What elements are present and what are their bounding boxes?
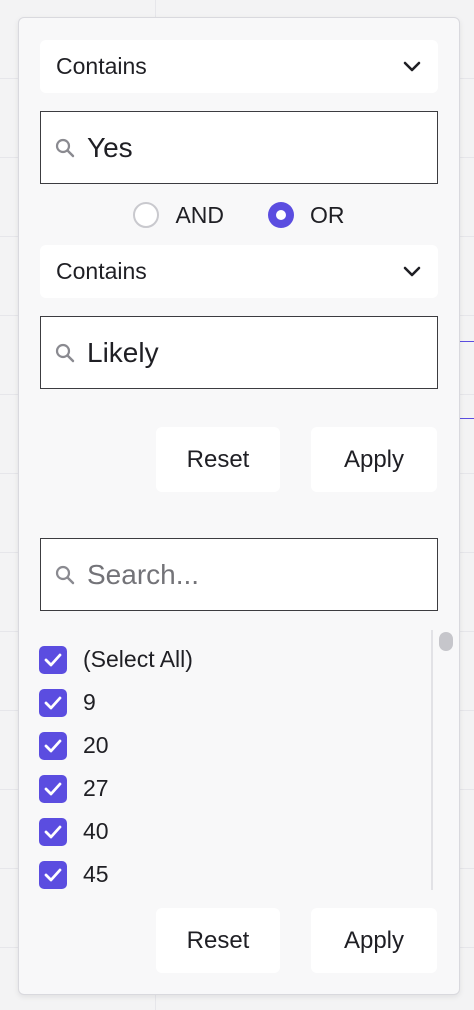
- list-item-label: 45: [83, 861, 109, 887]
- set-filter-search-placeholder: Search...: [87, 558, 200, 590]
- list-item-label: 20: [83, 732, 109, 758]
- set-filter-list: (Select All) 9 20 27 40 45: [39, 638, 429, 896]
- search-icon: [55, 564, 77, 586]
- set-filter-apply-button[interactable]: Apply: [311, 908, 437, 973]
- condition1-value-text: Yes: [87, 131, 133, 163]
- checkbox-checked-icon: [39, 774, 67, 803]
- join-and-label: AND: [175, 201, 225, 228]
- set-filter-reset-button[interactable]: Reset: [156, 908, 280, 973]
- condition1-operator-label: Contains: [56, 53, 147, 79]
- filter-apply-button[interactable]: Apply: [311, 427, 437, 492]
- condition1-value-input[interactable]: Yes: [40, 111, 438, 184]
- list-item-label: 9: [83, 689, 96, 715]
- radio-unchecked-icon: [133, 202, 160, 228]
- background-accent-line: [460, 341, 474, 342]
- list-item[interactable]: 40: [39, 810, 429, 853]
- list-item[interactable]: 9: [39, 681, 429, 724]
- search-icon: [55, 137, 77, 159]
- list-item-label: (Select All): [83, 646, 193, 672]
- search-icon: [55, 342, 77, 364]
- condition2-operator-label: Contains: [56, 258, 147, 284]
- join-and-radio[interactable]: AND: [133, 202, 224, 229]
- checkbox-checked-icon: [39, 688, 67, 717]
- list-item-label: 40: [83, 818, 109, 844]
- list-item-label: 27: [83, 775, 109, 801]
- list-scrollbar-track[interactable]: [431, 630, 433, 890]
- condition2-value-text: Likely: [87, 336, 159, 368]
- chevron-down-icon: [402, 57, 422, 77]
- list-item[interactable]: 27: [39, 767, 429, 810]
- chevron-down-icon: [402, 262, 422, 282]
- join-or-radio[interactable]: OR: [268, 202, 345, 229]
- checkbox-checked-icon: [39, 645, 67, 674]
- join-or-label: OR: [310, 201, 345, 228]
- list-item-select-all[interactable]: (Select All): [39, 638, 429, 681]
- filter-reset-button[interactable]: Reset: [156, 427, 280, 492]
- condition1-operator-select[interactable]: Contains: [40, 40, 438, 93]
- list-scrollbar-thumb[interactable]: [439, 632, 453, 651]
- set-filter-search-input[interactable]: Search...: [40, 538, 438, 611]
- list-item[interactable]: 45: [39, 853, 429, 896]
- condition2-value-input[interactable]: Likely: [40, 316, 438, 389]
- checkbox-checked-icon: [39, 817, 67, 846]
- checkbox-checked-icon: [39, 860, 67, 889]
- filter-menu-panel: Contains Yes AND OR Contains Likely Rese…: [18, 17, 460, 995]
- join-operator-group: AND OR: [19, 200, 459, 230]
- condition2-operator-select[interactable]: Contains: [40, 245, 438, 298]
- checkbox-checked-icon: [39, 731, 67, 760]
- radio-checked-icon: [268, 202, 295, 228]
- background-accent-line: [460, 418, 474, 419]
- list-item[interactable]: 20: [39, 724, 429, 767]
